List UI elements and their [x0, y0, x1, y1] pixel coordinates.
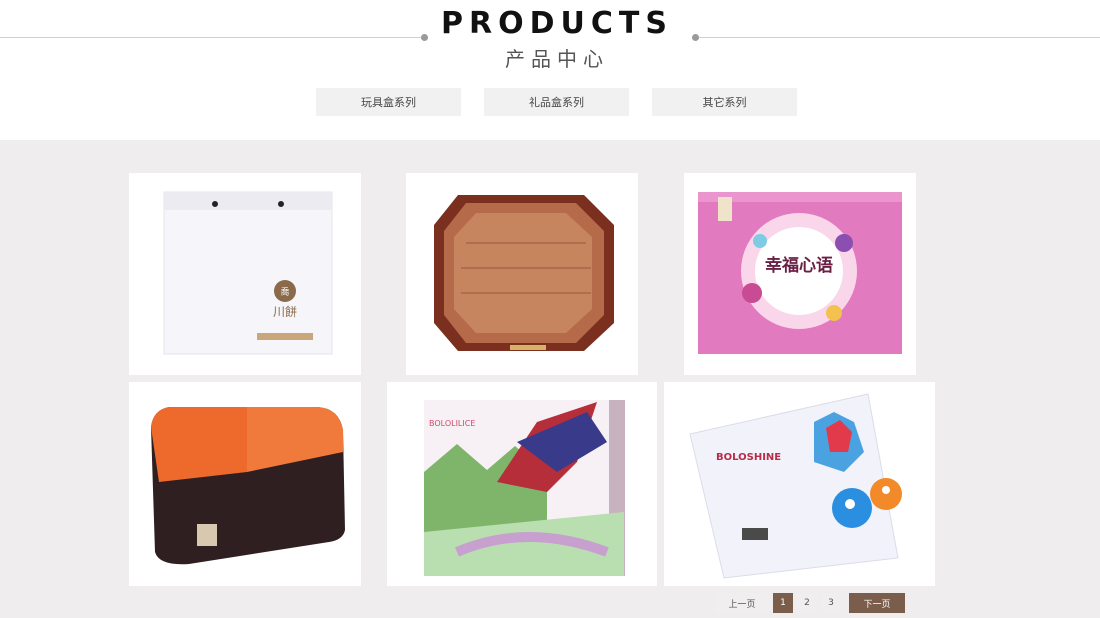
pagination-next-button[interactable]: 下一页 — [849, 593, 905, 613]
wooden-octagonal-box-image — [434, 195, 614, 351]
tab-other-series[interactable]: 其它系列 — [652, 88, 797, 116]
products-header: PRODUCTS 产品中心 玩具盒系列 礼品盒系列 其它系列 — [0, 0, 1100, 140]
product-card-5[interactable]: BOLOLILICE — [387, 382, 657, 586]
product-card-4[interactable] — [129, 382, 361, 586]
svg-text:喬: 喬 — [280, 287, 289, 298]
pagination-page-2[interactable]: 2 — [797, 593, 817, 613]
page-title: PRODUCTS — [441, 6, 673, 41]
pink-box-title: 幸福心语 — [765, 255, 833, 276]
orange-black-box-image — [151, 407, 345, 565]
bag-brand-text: 川餅 — [273, 304, 297, 319]
page-subtitle: 产品中心 — [505, 47, 609, 71]
tab-toy-box-series[interactable]: 玩具盒系列 — [316, 88, 461, 116]
bololilice-jigsaw-box-image: BOLOLILICE — [424, 400, 625, 576]
bololilice-logo-text: BOLOLILICE — [429, 419, 475, 428]
product-gallery: 喬 川餅 幸福心语 BOLOLILICE BOLOSHINE — [0, 140, 1100, 618]
pagination-page-1[interactable]: 1 — [773, 593, 793, 613]
white-shopping-bag-image: 喬 川餅 — [163, 191, 333, 355]
category-tabs: 玩具盒系列 礼品盒系列 其它系列 — [316, 88, 797, 116]
tab-gift-box-series[interactable]: 礼品盒系列 — [484, 88, 629, 116]
boloshine-logo-text: BOLOSHINE — [716, 452, 781, 463]
product-card-3[interactable]: 幸福心语 — [684, 173, 916, 375]
boloshine-card-box-image: BOLOSHINE — [689, 393, 902, 579]
product-card-6[interactable]: BOLOSHINE — [664, 382, 935, 586]
pagination-prev-button[interactable]: 上一页 — [715, 593, 769, 613]
pagination-page-3[interactable]: 3 — [821, 593, 841, 613]
pink-gift-box-image: 幸福心语 — [698, 192, 902, 354]
product-card-2[interactable] — [406, 173, 638, 375]
product-card-1[interactable]: 喬 川餅 — [129, 173, 361, 375]
pagination: 上一页 1 2 3 下一页 — [715, 593, 905, 613]
